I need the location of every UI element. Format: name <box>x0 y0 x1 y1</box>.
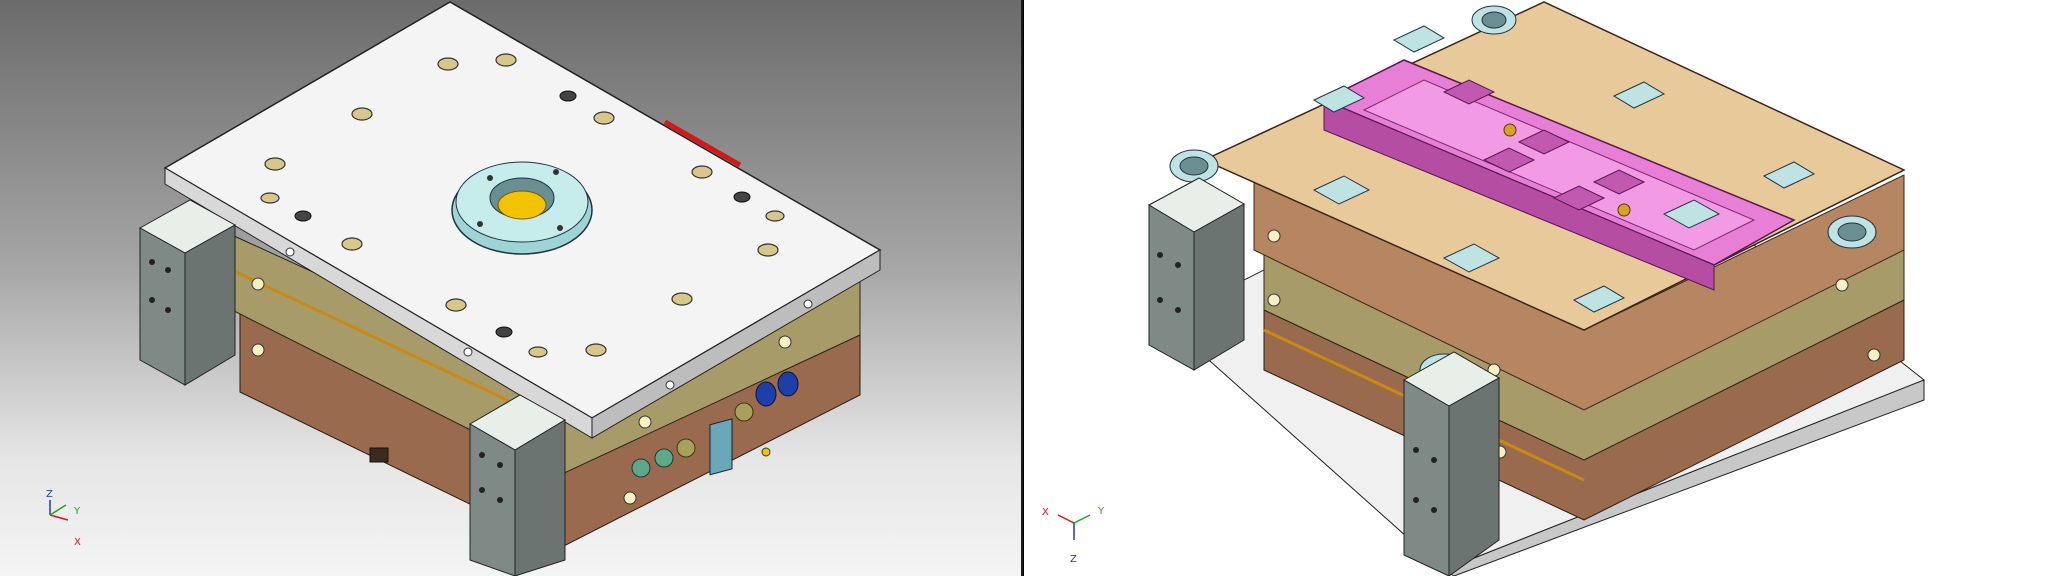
viewport-left[interactable]: Z Y X <box>0 0 1021 576</box>
clamp-block-right-front[interactable] <box>1402 351 1501 576</box>
axis-triad-left: Z Y X <box>46 489 81 548</box>
viewport-right[interactable]: X Y Z <box>1023 0 2048 576</box>
clamp-block-left[interactable] <box>138 199 237 386</box>
clamp-block-right-left[interactable] <box>1147 177 1246 371</box>
axis-y-label: Y <box>1097 506 1105 517</box>
clamp-block-front[interactable] <box>469 394 566 576</box>
mold-core-view: X Y Z <box>1042 1 1925 576</box>
axis-x-label: X <box>1042 507 1049 518</box>
axis-y-label: Y <box>73 506 81 517</box>
axis-z-label: Z <box>1070 554 1077 565</box>
cad-window: Z Y X X Y Z <box>0 0 2048 576</box>
mold-top-view: Z Y X <box>46 1 882 576</box>
axis-triad-right: X Y Z <box>1042 506 1105 565</box>
locating-ring[interactable] <box>451 161 593 255</box>
axis-x-label: X <box>74 537 81 548</box>
axis-z-label: Z <box>46 489 53 500</box>
